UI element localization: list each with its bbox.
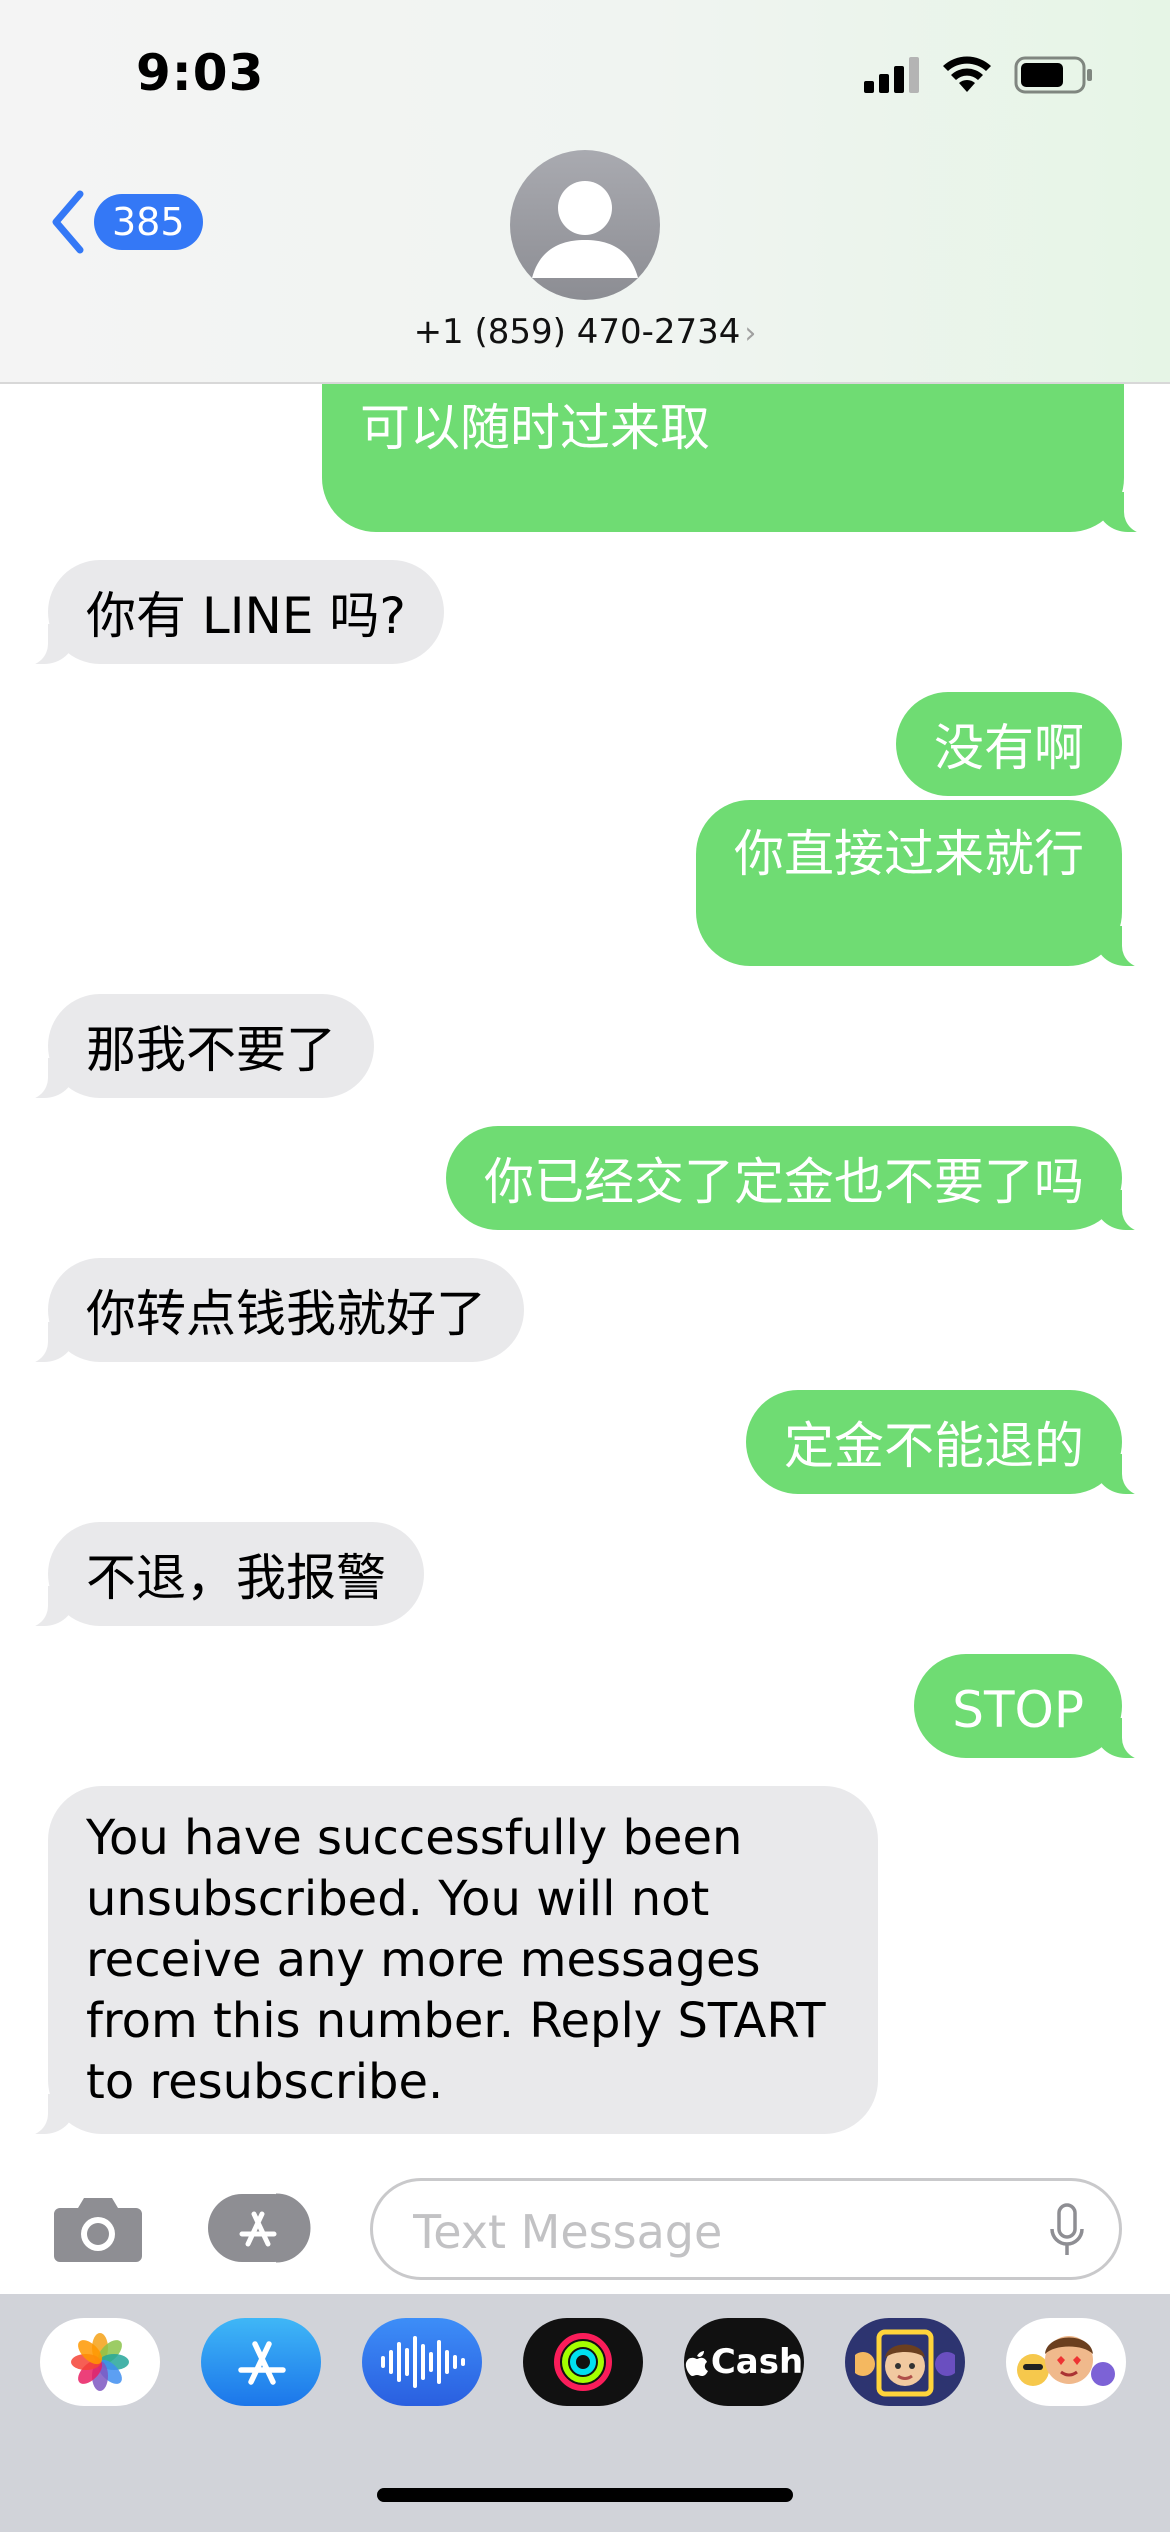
apps-button[interactable] [206,2192,318,2264]
message-text: 没有啊 [934,719,1084,777]
battery-icon [1014,56,1092,94]
message-bubble-outgoing[interactable]: 没有啊 [896,692,1122,796]
message-bubble-incoming[interactable]: 不退，我报警 [8,1522,424,1628]
unread-count-badge: 385 [94,194,203,250]
chevron-right-icon: › [744,316,757,351]
message-bubble-outgoing[interactable]: 你直接过来就行 [696,800,1162,968]
stickers-icon [1017,2336,1115,2386]
message-text: 你直接过来就行 [734,825,1084,883]
app-store-icon [238,2341,286,2385]
photos-app-button[interactable] [40,2318,160,2406]
fitness-icon [554,2333,612,2391]
camera-button[interactable] [52,2192,144,2268]
message-text: 不退，我报警 [86,1549,386,1607]
cellular-signal-icon [864,57,919,93]
wifi-icon [943,56,991,92]
back-button[interactable]: 385 [48,190,203,254]
message-text: 定金不能退的 [784,1417,1084,1475]
message-text: 你转点钱我就好了 [86,1285,486,1343]
fitness-app-button[interactable] [523,2318,643,2406]
message-bubble-incoming[interactable]: 你有 LINE 吗? [8,560,444,666]
messages-screen: 9:03 385 +1 (859) 470-2734 › 可以随时过来取 你有 … [0,0,1170,2532]
message-input-field[interactable] [370,2178,1122,2280]
person-icon [532,181,638,278]
chevron-left-icon [52,190,84,254]
message-text: 你有 LINE 吗? [86,587,406,645]
home-indicator[interactable] [377,2488,793,2502]
apple-cash-icon [685,2351,708,2376]
photos-icon [71,2333,129,2391]
apple-cash-app-button[interactable]: Cash [684,2318,804,2406]
message-text-input[interactable] [411,2201,1015,2263]
message-text: 你已经交了定金也不要了吗 [484,1153,1084,1211]
message-text: STOP [952,1681,1084,1739]
message-text: 那我不要了 [86,1021,336,1079]
message-bubble-incoming[interactable]: 你转点钱我就好了 [8,1258,524,1364]
stickers-app-button[interactable] [1006,2318,1126,2406]
status-time: 9:03 [136,44,265,102]
audio-message-icon [381,2336,465,2388]
app-store-app-button[interactable] [201,2318,321,2406]
message-bubble-incoming[interactable]: 那我不要了 [8,994,374,1100]
memoji-icon [855,2329,955,2397]
app-store-icon [208,2193,311,2263]
apple-cash-label: Cash [710,2342,804,2382]
conversation-header: 9:03 385 +1 (859) 470-2734 › [0,0,1170,384]
message-bubble-outgoing[interactable]: STOP [914,1654,1162,1760]
message-bubble-incoming[interactable]: You have successfully been unsubscribed.… [8,1786,878,2136]
microphone-icon[interactable] [1049,2203,1085,2259]
contact-number-button[interactable]: +1 (859) 470-2734 › [0,312,1170,352]
status-icons [864,56,1094,94]
memoji-app-button[interactable] [845,2318,965,2406]
audio-message-app-button[interactable] [362,2318,482,2406]
contact-number: +1 (859) 470-2734 [413,312,741,352]
message-text: 可以随时过来取 [360,399,710,457]
camera-icon [54,2198,142,2262]
contact-avatar[interactable] [510,150,660,300]
message-bubble-outgoing[interactable]: 定金不能退的 [746,1390,1162,1496]
message-bubble-outgoing[interactable]: 你已经交了定金也不要了吗 [446,1126,1162,1232]
message-text: You have successfully been unsubscribed.… [86,1810,826,2110]
